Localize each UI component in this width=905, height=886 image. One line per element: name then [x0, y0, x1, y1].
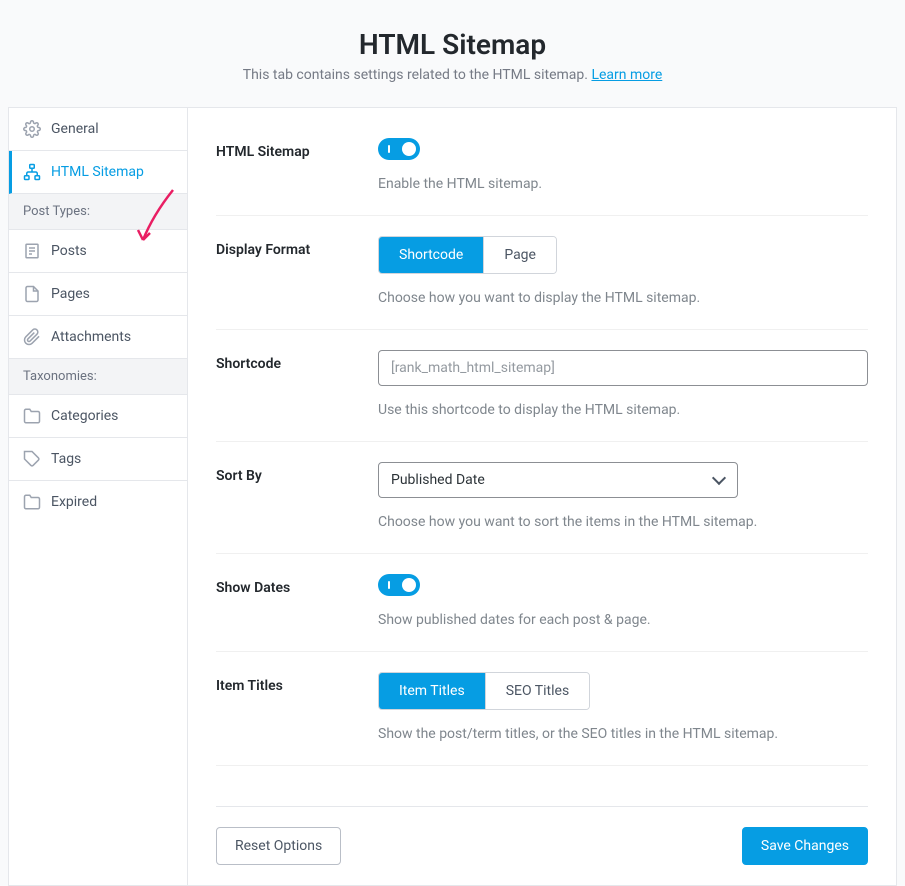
post-icon [23, 242, 41, 260]
page-header: HTML Sitemap This tab contains settings … [8, 8, 897, 107]
sidebar-item-label: Expired [51, 494, 97, 510]
save-changes-button[interactable]: Save Changes [742, 827, 868, 865]
page-icon [23, 285, 41, 303]
field-label-show-dates: Show Dates [216, 574, 378, 596]
sidebar-group-taxonomies: Taxonomies: [9, 359, 187, 395]
page-subtitle: This tab contains settings related to th… [8, 67, 897, 83]
field-label-sort-by: Sort By [216, 462, 378, 484]
tag-icon [23, 450, 41, 468]
sidebar-item-general[interactable]: General [9, 108, 187, 151]
field-label-item-titles: Item Titles [216, 672, 378, 694]
field-help: Show the post/term titles, or the SEO ti… [378, 724, 868, 745]
show-dates-toggle[interactable] [378, 574, 420, 596]
sidebar-item-label: Tags [51, 451, 81, 467]
sidebar-item-tags[interactable]: Tags [9, 438, 187, 481]
attachment-icon [23, 328, 41, 346]
display-format-page-button[interactable]: Page [483, 237, 556, 273]
display-format-segmented: Shortcode Page [378, 236, 557, 274]
sort-by-select[interactable]: Published Date [378, 462, 738, 498]
sidebar-item-label: Pages [51, 286, 90, 302]
sidebar-item-label: General [51, 121, 99, 137]
field-label-display-format: Display Format [216, 236, 378, 258]
sidebar-item-label: Categories [51, 408, 118, 424]
html-sitemap-toggle[interactable] [378, 138, 420, 160]
sidebar-item-categories[interactable]: Categories [9, 395, 187, 438]
sidebar-item-label: Posts [51, 243, 87, 259]
page-title: HTML Sitemap [8, 28, 897, 61]
item-titles-segmented: Item Titles SEO Titles [378, 672, 590, 710]
field-help: Use this shortcode to display the HTML s… [378, 400, 868, 421]
reset-options-button[interactable]: Reset Options [216, 827, 341, 865]
field-label-enable: HTML Sitemap [216, 138, 378, 160]
field-help: Choose how you want to sort the items in… [378, 512, 868, 533]
sidebar-group-post-types: Post Types: [9, 194, 187, 230]
sidebar-item-label: HTML Sitemap [51, 164, 144, 180]
folder-icon [23, 493, 41, 511]
gear-icon [23, 120, 41, 138]
sidebar-item-attachments[interactable]: Attachments [9, 316, 187, 359]
display-format-shortcode-button[interactable]: Shortcode [379, 237, 483, 273]
field-help: Show published dates for each post & pag… [378, 610, 868, 631]
sidebar-item-label: Attachments [51, 329, 131, 345]
sidebar-item-html-sitemap[interactable]: HTML Sitemap [9, 151, 187, 194]
item-titles-seo-button[interactable]: SEO Titles [485, 673, 590, 709]
field-label-shortcode: Shortcode [216, 350, 378, 372]
folder-icon [23, 407, 41, 425]
field-help: Choose how you want to display the HTML … [378, 288, 868, 309]
sidebar-item-expired[interactable]: Expired [9, 481, 187, 523]
shortcode-input[interactable] [378, 350, 868, 386]
item-titles-item-button[interactable]: Item Titles [379, 673, 485, 709]
settings-sidebar: General HTML Sitemap Post Types: Posts P [8, 107, 188, 886]
sidebar-item-posts[interactable]: Posts [9, 230, 187, 273]
field-help: Enable the HTML sitemap. [378, 174, 868, 195]
learn-more-link[interactable]: Learn more [591, 67, 662, 83]
sidebar-item-pages[interactable]: Pages [9, 273, 187, 316]
settings-content: HTML Sitemap Enable the HTML sitemap. Di… [188, 107, 897, 886]
sitemap-icon [23, 163, 41, 181]
